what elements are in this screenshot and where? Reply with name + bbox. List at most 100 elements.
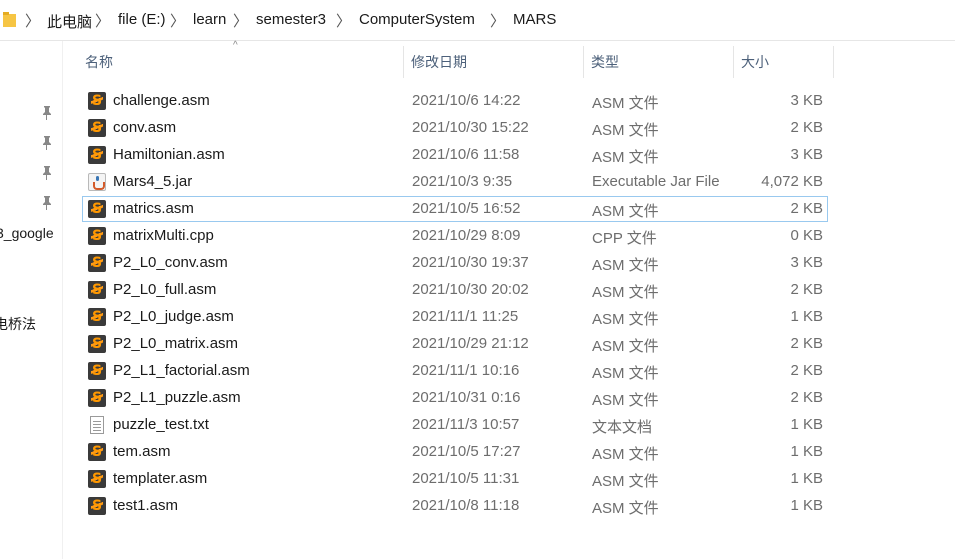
file-size: 4,072 KB xyxy=(761,173,823,190)
column-divider[interactable] xyxy=(403,46,404,78)
sublime-file-icon: S xyxy=(88,200,106,218)
file-row[interactable]: Stest1.asm 2021/10/8 11:18 ASM 文件 1 KB xyxy=(82,493,828,519)
file-row[interactable]: Stemplater.asm 2021/10/5 11:31 ASM 文件 1 KB xyxy=(82,466,828,492)
sublime-file-icon: S xyxy=(88,362,106,380)
sublime-file-icon: S xyxy=(88,146,106,164)
file-size: 3 KB xyxy=(790,92,823,109)
file-date-modified: 2021/10/6 11:58 xyxy=(412,146,520,163)
file-name: matrics.asm xyxy=(113,200,194,217)
file-row[interactable]: S P2_L1_puzzle.asm 2021/10/31 0:16 ASM 文件 2 … xyxy=(82,385,828,411)
file-name: P2_L1_factorial.asm xyxy=(113,362,250,379)
file-size: 2 KB xyxy=(790,335,823,352)
file-row[interactable]: Mars4_5.jar 2021/10/3 9:35 Executable Jar … xyxy=(82,169,828,195)
file-name: P2_L0_judge.asm xyxy=(113,308,234,325)
sublime-file-icon: S xyxy=(88,497,106,515)
breadcrumb-separator[interactable]: 〉 xyxy=(170,10,185,31)
file-name: P2_L0_full.asm xyxy=(113,281,217,298)
file-date-modified: 2021/11/1 10:16 xyxy=(412,362,520,379)
nav-item-google[interactable]: 3_google xyxy=(0,225,54,241)
file-size: 2 KB xyxy=(790,389,823,406)
file-row[interactable]: S P2_L0_full.asm 2021/10/30 20:02 ASM 文件 2 K… xyxy=(82,277,828,303)
file-row[interactable]: S Hamiltonian.asm 2021/10/6 11:58 ASM 文件 3 K… xyxy=(82,142,828,168)
sublime-file-icon: S xyxy=(88,443,106,461)
file-date-modified: 2021/10/29 21:12 xyxy=(412,335,529,352)
breadcrumb-this-pc[interactable]: 此电脑 xyxy=(47,11,92,32)
file-type: ASM 文件 xyxy=(592,203,659,220)
breadcrumb-separator[interactable]: 〉 xyxy=(490,10,505,31)
file-date-modified: 2021/10/31 0:16 xyxy=(412,389,521,406)
pin-icon[interactable] xyxy=(41,166,53,180)
file-date-modified: 2021/11/1 11:25 xyxy=(412,308,519,325)
pin-icon[interactable] xyxy=(41,196,53,210)
file-type: CPP 文件 xyxy=(592,230,657,247)
sublime-file-icon: S xyxy=(88,308,106,326)
file-date-modified: 2021/10/5 17:27 xyxy=(412,443,521,460)
file-date-modified: 2021/10/5 11:31 xyxy=(412,470,520,487)
file-size: 3 KB xyxy=(790,146,823,163)
java-jar-icon xyxy=(88,173,106,191)
file-type: ASM 文件 xyxy=(592,149,659,166)
breadcrumb-separator[interactable]: 〉 xyxy=(233,10,248,31)
pin-icon[interactable] xyxy=(41,106,53,120)
breadcrumb-computersystem[interactable]: ComputerSystem xyxy=(359,11,475,28)
file-size: 1 KB xyxy=(790,497,823,514)
file-size: 0 KB xyxy=(790,227,823,244)
file-size: 1 KB xyxy=(790,470,823,487)
file-date-modified: 2021/10/8 11:18 xyxy=(412,497,520,514)
file-name: matrixMulti.cpp xyxy=(113,227,214,244)
column-divider[interactable] xyxy=(583,46,584,78)
column-divider[interactable] xyxy=(733,46,734,78)
address-bar[interactable]: 〉 此电脑 〉 file (E:) 〉 learn 〉 semester3 〉 … xyxy=(0,0,955,41)
file-date-modified: 2021/10/6 14:22 xyxy=(412,92,521,109)
file-row[interactable]: Schallenge.asm 2021/10/6 14:22 ASM 文件 3 KB xyxy=(82,88,828,114)
file-row[interactable]: Smatrics.asm 2021/10/5 16:52 ASM 文件 2 KB xyxy=(82,196,828,222)
breadcrumb-separator[interactable]: 〉 xyxy=(25,10,40,31)
file-row[interactable]: S P2_L0_conv.asm 2021/10/30 19:37 ASM 文件 3 K… xyxy=(82,250,828,276)
nav-item-bridge-method[interactable]: 电桥法 xyxy=(0,314,36,334)
file-date-modified: 2021/11/3 10:57 xyxy=(412,416,520,433)
breadcrumb-drive[interactable]: file (E:) xyxy=(118,11,166,28)
sublime-file-icon: S xyxy=(88,389,106,407)
breadcrumb-semester3[interactable]: semester3 xyxy=(256,11,326,28)
file-row[interactable]: S P2_L0_judge.asm 2021/11/1 11:25 ASM 文件 1 K… xyxy=(82,304,828,330)
column-header-date[interactable]: 修改日期 xyxy=(411,44,467,80)
file-type: ASM 文件 xyxy=(592,473,659,490)
file-size: 3 KB xyxy=(790,254,823,271)
file-size: 2 KB xyxy=(790,281,823,298)
file-row[interactable]: S P2_L0_matrix.asm 2021/10/29 21:12 ASM 文件 2… xyxy=(82,331,828,357)
file-row[interactable]: Sconv.asm 2021/10/30 15:22 ASM 文件 2 KB xyxy=(82,115,828,141)
file-row[interactable]: S P2_L1_factorial.asm 2021/11/1 10:16 ASM 文… xyxy=(82,358,828,384)
file-name: conv.asm xyxy=(113,119,177,136)
column-divider[interactable] xyxy=(833,46,834,78)
file-size: 2 KB xyxy=(790,362,823,379)
file-row[interactable]: puzzle_test.txt 2021/11/3 10:57 文本文档 1 KB xyxy=(82,412,828,438)
file-name: Hamiltonian.asm xyxy=(113,146,225,163)
file-size: 2 KB xyxy=(790,119,823,136)
file-type: ASM 文件 xyxy=(592,284,659,301)
breadcrumb-mars[interactable]: MARS xyxy=(513,11,556,28)
file-name: Mars4_5.jar xyxy=(113,173,193,190)
breadcrumb-separator[interactable]: 〉 xyxy=(336,10,351,31)
folder-icon xyxy=(3,12,16,27)
file-date-modified: 2021/10/5 16:52 xyxy=(412,200,521,217)
file-type: ASM 文件 xyxy=(592,338,659,355)
column-header-type[interactable]: 类型 xyxy=(591,44,619,80)
column-header-name[interactable]: 名称 xyxy=(85,44,113,80)
file-type: ASM 文件 xyxy=(592,257,659,274)
file-row[interactable]: Stem.asm 2021/10/5 17:27 ASM 文件 1 KB xyxy=(82,439,828,465)
file-name: templater.asm xyxy=(113,470,208,487)
sublime-file-icon: S xyxy=(88,119,106,137)
pin-icon[interactable] xyxy=(41,136,53,150)
file-type: ASM 文件 xyxy=(592,392,659,409)
file-type: ASM 文件 xyxy=(592,500,659,517)
file-type: ASM 文件 xyxy=(592,446,659,463)
breadcrumb-learn[interactable]: learn xyxy=(193,11,226,28)
breadcrumb-separator[interactable]: 〉 xyxy=(95,10,110,31)
file-size: 1 KB xyxy=(790,308,823,325)
file-size: 2 KB xyxy=(790,200,823,217)
sublime-file-icon: S xyxy=(88,335,106,353)
file-row[interactable]: SmatrixMulti.cpp 2021/10/29 8:09 CPP 文件 0 K… xyxy=(82,223,828,249)
column-header-size[interactable]: 大小 xyxy=(741,44,769,80)
file-type: ASM 文件 xyxy=(592,365,659,382)
file-date-modified: 2021/10/29 8:09 xyxy=(412,227,521,244)
